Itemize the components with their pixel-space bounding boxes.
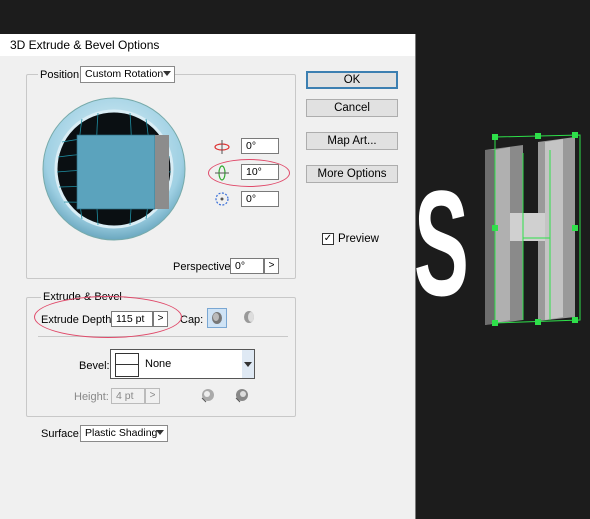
z-axis-rotation-icon: [215, 192, 229, 206]
more-options-button[interactable]: More Options: [306, 165, 398, 183]
x-axis-rotation-icon: [214, 140, 230, 154]
position-preset-select[interactable]: Custom Rotation: [80, 66, 175, 83]
bevel-out-icon[interactable]: [198, 386, 218, 404]
annotation-circle-rotate-y: [208, 159, 290, 187]
dialog-title: 3D Extrude & Bevel Options: [10, 38, 160, 52]
annotation-circle-extrude-depth: [34, 296, 182, 338]
perspective-slider-button[interactable]: >: [264, 258, 279, 274]
rotate-x-field[interactable]: 0°: [241, 138, 279, 154]
chevron-down-icon: [163, 71, 171, 76]
cap-label: Cap:: [180, 314, 204, 326]
perspective-field[interactable]: 0°: [230, 258, 264, 274]
bevel-in-icon[interactable]: [232, 386, 252, 404]
group-divider: [38, 336, 288, 337]
chevron-down-icon: [244, 362, 252, 367]
preview-label: Preview: [338, 233, 379, 245]
artwork-letter-s: S: [415, 159, 469, 328]
surface-label: Surface:: [41, 428, 82, 440]
bevel-preview-swatch: [115, 353, 139, 377]
chevron-down-icon: [156, 430, 164, 435]
cap-off-icon: [244, 311, 254, 323]
bevel-dropdown-button[interactable]: [242, 350, 254, 378]
perspective-label: Perspective:: [173, 261, 234, 273]
dialog-titlebar: 3D Extrude & Bevel Options: [0, 34, 415, 56]
bevel-value: None: [145, 358, 172, 370]
cancel-button[interactable]: Cancel: [306, 99, 398, 117]
map-art-button[interactable]: Map Art...: [306, 132, 398, 150]
bevel-label: Bevel:: [79, 360, 110, 372]
rotate-z-field[interactable]: 0°: [241, 191, 279, 207]
preview-checkbox[interactable]: ✓: [322, 233, 334, 245]
artwork-letter-h: [485, 137, 575, 325]
ok-button[interactable]: OK: [306, 71, 398, 89]
bevel-select[interactable]: None: [110, 349, 255, 379]
height-field[interactable]: 4 pt: [111, 388, 145, 404]
cap-on-button[interactable]: [207, 308, 227, 328]
rotation-track-cube[interactable]: [42, 97, 186, 241]
surface-select[interactable]: Plastic Shading: [80, 425, 168, 442]
height-label: Height:: [74, 391, 109, 403]
height-slider-button[interactable]: >: [145, 388, 160, 404]
artboard-canvas: S: [415, 132, 581, 328]
cap-off-button[interactable]: [240, 308, 260, 328]
extrude-bevel-dialog: 3D Extrude & Bevel Options Position: Cus…: [0, 34, 416, 519]
cap-on-icon: [212, 312, 222, 324]
position-label: Position:: [38, 69, 85, 81]
